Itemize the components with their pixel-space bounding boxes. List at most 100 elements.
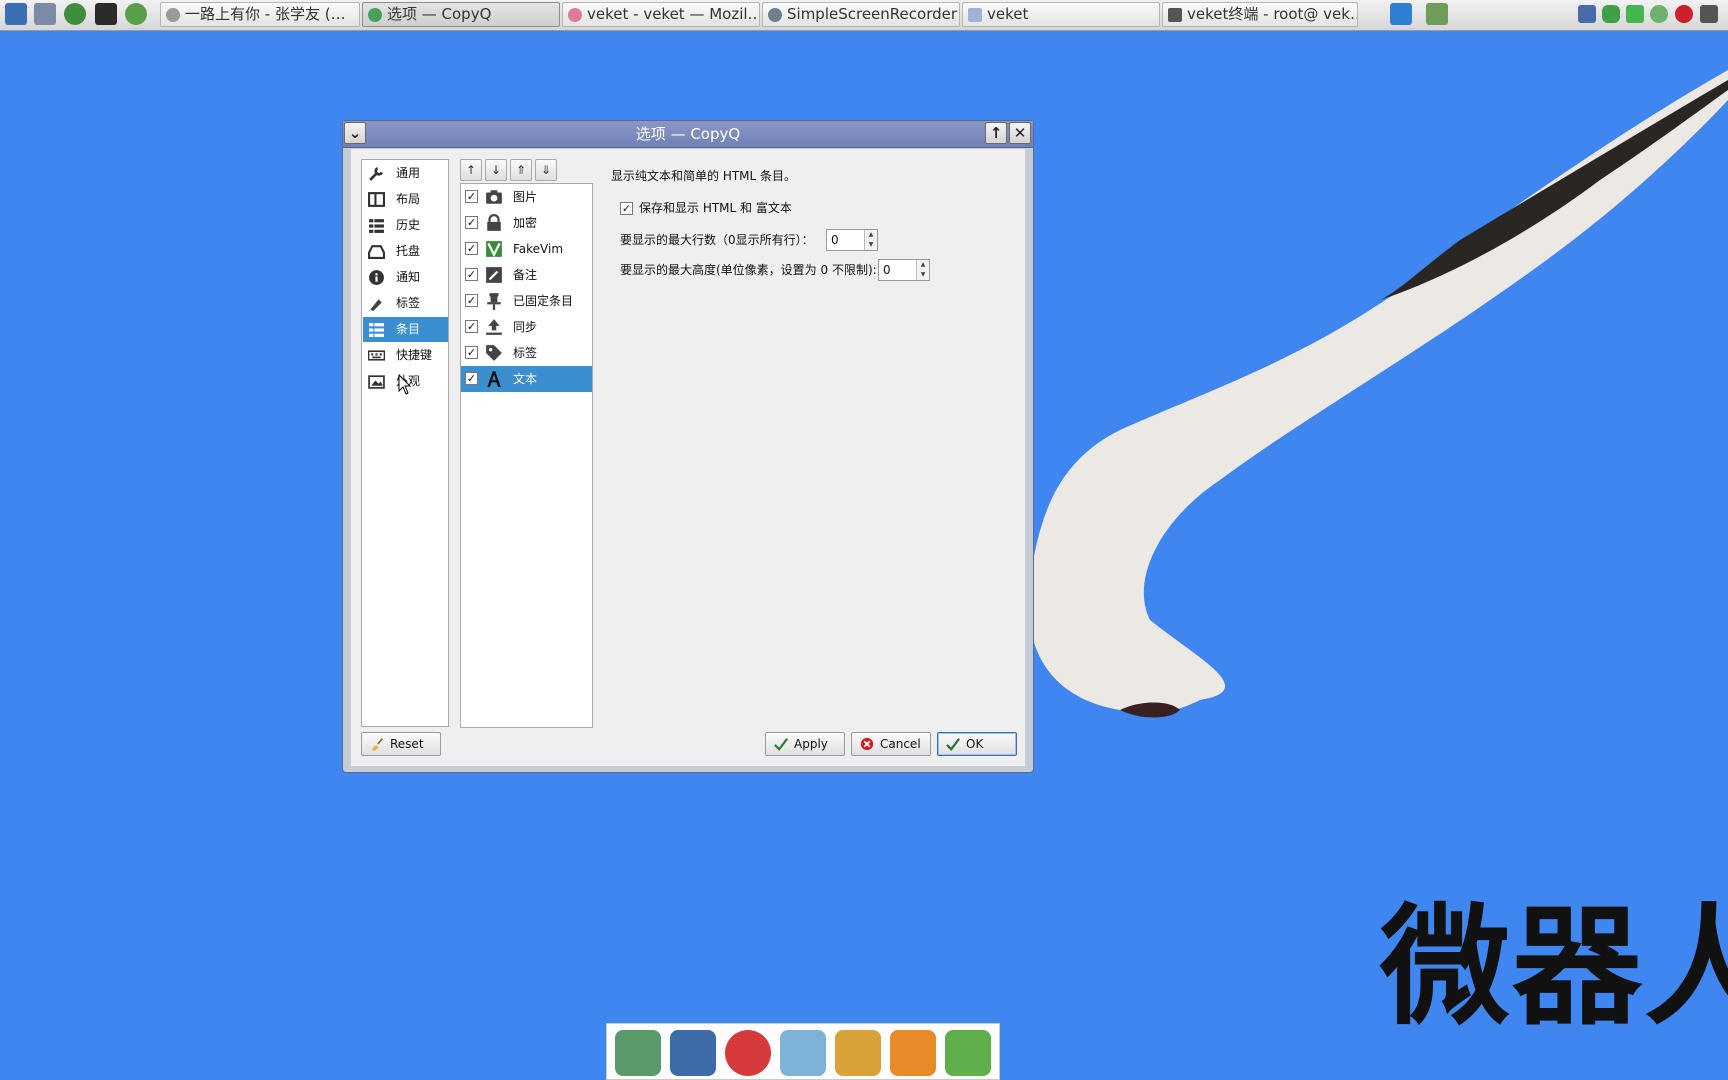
category-notifications[interactable]: 通知 <box>363 265 448 290</box>
record-icon[interactable] <box>1675 5 1693 23</box>
move-top-icon[interactable]: ⇑ <box>510 159 532 181</box>
max-lines-value: 0 <box>831 233 839 247</box>
cancel-button[interactable]: Cancel <box>851 732 931 756</box>
plugin-tags-checkbox[interactable]: ✓ <box>465 346 478 359</box>
desktop-1-icon[interactable] <box>1390 3 1412 25</box>
desktop-2-icon[interactable] <box>1426 3 1448 25</box>
tray-icon <box>368 245 385 259</box>
settings-icon[interactable] <box>34 3 56 25</box>
database-icon[interactable] <box>1626 5 1644 23</box>
task-terminal[interactable]: veket终端 - root@ vek… <box>1162 2 1358 27</box>
category-tabs[interactable]: 标签 <box>363 291 448 316</box>
task-music[interactable]: 一路上有你 - 张学友 (… <box>160 2 360 27</box>
apply-button[interactable]: Apply <box>765 732 845 756</box>
text-icon <box>487 371 501 387</box>
plugin-notes[interactable]: ✓ 备注 <box>461 262 592 288</box>
wrench-icon <box>369 166 384 181</box>
plugin-fakevim-checkbox[interactable]: ✓ <box>465 242 478 255</box>
copyq-tray-icon[interactable] <box>1650 5 1668 23</box>
mascot-icon[interactable] <box>725 1030 771 1076</box>
plugin-order-toolbar: ↑ ↓ ⇑ ⇓ <box>460 159 560 181</box>
mouse-cursor-icon <box>398 374 412 395</box>
taskbar: 一路上有你 - 张学友 (… 选项 — CopyQ veket - veket … <box>0 0 1728 31</box>
move-down-icon[interactable]: ↓ <box>485 159 507 181</box>
plugin-tags[interactable]: ✓ 标签 <box>461 340 592 366</box>
browser-icon[interactable] <box>125 3 147 25</box>
plugin-synchronize-checkbox[interactable]: ✓ <box>465 320 478 333</box>
file-manager-icon[interactable] <box>615 1030 661 1076</box>
task-firefox[interactable]: veket - veket — Mozil… <box>562 2 760 27</box>
max-lines-stepper[interactable]: ▲ ▼ <box>864 230 877 250</box>
music-icon <box>166 8 180 22</box>
close-button[interactable]: ✕ <box>1009 122 1031 144</box>
plugin-synchronize[interactable]: ✓ 同步 <box>461 314 592 340</box>
checkmark-icon <box>774 738 788 751</box>
max-height-stepper[interactable]: ▲ ▼ <box>916 260 929 280</box>
tag-pen-icon <box>370 299 382 311</box>
plugin-encryption-checkbox[interactable]: ✓ <box>465 216 478 229</box>
camera-icon <box>486 190 502 204</box>
dialog-content: 通用 布局 历史 托盘 通知 标签 条目 快捷键 外观 ↑ ↓ ⇑ ⇓ ✓ 图片… <box>351 149 1025 766</box>
broom-icon <box>371 738 383 751</box>
veket-app-icon[interactable] <box>890 1030 936 1076</box>
plugin-text[interactable]: ✓ 文本 <box>461 366 592 392</box>
keyboard-icon[interactable] <box>1700 5 1718 23</box>
keyboard-icon <box>368 350 385 361</box>
terminal-icon <box>1168 8 1182 22</box>
computer-icon[interactable] <box>670 1030 716 1076</box>
lock-icon <box>487 214 501 231</box>
terminal-icon[interactable] <box>95 3 117 25</box>
category-general[interactable]: 通用 <box>363 161 448 186</box>
plugin-pinned-items-checkbox[interactable]: ✓ <box>465 294 478 307</box>
options-dialog: ⌄ 选项 — CopyQ ↑ ✕ 通用 布局 历史 托盘 通知 标签 条目 快捷… <box>342 120 1034 773</box>
editor-icon[interactable] <box>780 1030 826 1076</box>
paint-icon[interactable] <box>835 1030 881 1076</box>
list-icon <box>369 219 384 233</box>
dialog-title: 选项 — CopyQ <box>635 125 741 143</box>
pencil-icon <box>486 267 502 283</box>
upload-icon <box>486 319 502 335</box>
save-html-option[interactable]: ✓ 保存和显示 HTML 和 富文本 <box>620 199 792 216</box>
folder-icon <box>968 8 982 22</box>
plugin-list[interactable]: ✓ 图片 ✓ 加密 ✓ FakeVim ✓ 备注 ✓ 已固定条目 ✓ 同步 ✓ … <box>460 183 593 728</box>
category-list[interactable]: 通用 布局 历史 托盘 通知 标签 条目 快捷键 外观 <box>361 159 449 727</box>
max-height-label: 要显示的最大高度(单位像素，设置为 0 不限制): <box>620 263 877 277</box>
network-icon[interactable] <box>1578 5 1596 23</box>
plugin-images[interactable]: ✓ 图片 <box>461 184 592 210</box>
reset-button[interactable]: Reset <box>361 732 441 756</box>
max-lines-label: 要显示的最大行数（0显示所有行）： <box>620 233 814 247</box>
help-icon[interactable] <box>945 1030 991 1076</box>
category-shortcuts[interactable]: 快捷键 <box>363 343 448 368</box>
maximize-button[interactable]: ↑ <box>985 122 1007 144</box>
move-bottom-icon[interactable]: ⇓ <box>535 159 557 181</box>
media-player-icon[interactable] <box>64 3 86 25</box>
plugin-pinned-items[interactable]: ✓ 已固定条目 <box>461 288 592 314</box>
category-layout[interactable]: 布局 <box>363 187 448 212</box>
move-up-icon[interactable]: ↑ <box>460 159 482 181</box>
save-html-checkbox[interactable]: ✓ <box>620 202 633 215</box>
category-items[interactable]: 条目 <box>363 317 448 342</box>
ok-icon <box>946 738 960 751</box>
items-icon <box>369 323 384 337</box>
plugin-notes-checkbox[interactable]: ✓ <box>465 268 478 281</box>
category-history[interactable]: 历史 <box>363 213 448 238</box>
wallpaper-seagull <box>1028 70 1728 718</box>
plugin-images-checkbox[interactable]: ✓ <box>465 190 478 203</box>
dialog-titlebar[interactable]: ⌄ 选项 — CopyQ ↑ ✕ <box>343 121 1033 148</box>
system-monitor-icon[interactable] <box>5 3 27 25</box>
task-screen-recorder[interactable]: SimpleScreenRecorder <box>762 2 960 27</box>
task-copyq-options[interactable]: 选项 — CopyQ <box>362 2 560 27</box>
plugin-text-checkbox[interactable]: ✓ <box>465 372 478 385</box>
max-height-spinbox[interactable]: 0 ▲ ▼ <box>878 259 930 281</box>
plugin-encryption[interactable]: ✓ 加密 <box>461 210 592 236</box>
save-html-label: 保存和显示 HTML 和 富文本 <box>639 201 792 215</box>
ok-button[interactable]: OK <box>937 732 1017 756</box>
dock <box>606 1023 1000 1080</box>
max-lines-spinbox[interactable]: 0 ▲ ▼ <box>826 229 878 251</box>
shield-icon[interactable] <box>1602 5 1620 23</box>
pin-icon <box>487 293 501 310</box>
tag-icon <box>486 345 502 361</box>
category-tray[interactable]: 托盘 <box>363 239 448 264</box>
task-file-manager[interactable]: veket <box>962 2 1160 27</box>
plugin-fakevim[interactable]: ✓ FakeVim <box>461 236 592 262</box>
